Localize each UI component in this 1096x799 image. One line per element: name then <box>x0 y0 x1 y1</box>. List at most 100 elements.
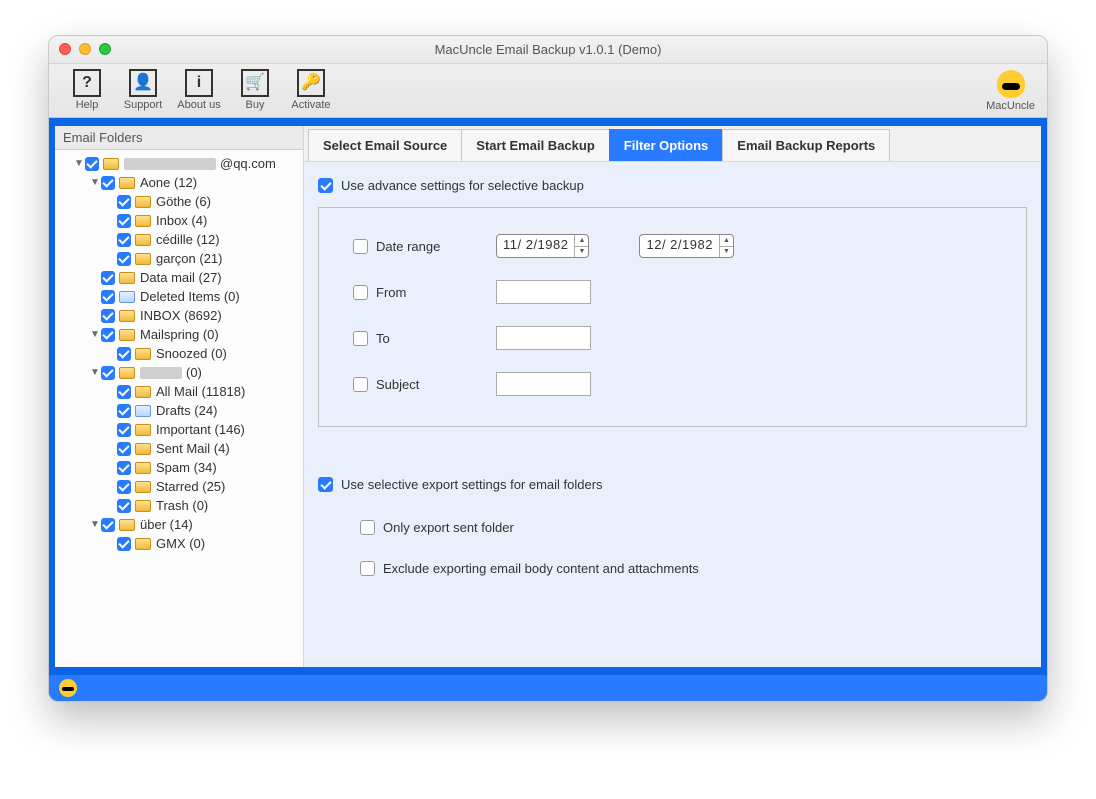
folder-icon <box>119 519 135 531</box>
tab-bar: Select Email SourceStart Email BackupFil… <box>304 126 1041 162</box>
folder-starred[interactable]: Starred (25) <box>55 477 303 496</box>
folder-checkbox[interactable] <box>117 423 131 437</box>
tab-email-backup-reports[interactable]: Email Backup Reports <box>722 129 890 161</box>
folder-checkbox[interactable] <box>117 252 131 266</box>
folder-checkbox[interactable] <box>117 461 131 475</box>
folder-checkbox[interactable] <box>117 537 131 551</box>
folder-icon <box>103 158 119 170</box>
selective-export-checkbox[interactable] <box>318 477 333 492</box>
titlebar: MacUncle Email Backup v1.0.1 (Demo) <box>49 36 1047 64</box>
folder-checkbox[interactable] <box>101 328 115 342</box>
toolbar-buy[interactable]: 🛒Buy <box>227 69 283 111</box>
folder-cedille[interactable]: cédille (12) <box>55 230 303 249</box>
folder-label: Important (146) <box>156 422 245 437</box>
exclude-body-row: Exclude exporting email body content and… <box>360 561 1027 576</box>
folder-mailspring[interactable]: ▼Mailspring (0) <box>55 325 303 344</box>
date-from-input[interactable]: 11/ 2/1982 ▲▼ <box>496 234 589 258</box>
disclosure-icon[interactable]: ▼ <box>89 329 101 340</box>
close-icon[interactable] <box>59 43 71 55</box>
folder-label: Snoozed (0) <box>156 346 227 361</box>
folder-uber[interactable]: ▼über (14) <box>55 515 303 534</box>
folder-checkbox[interactable] <box>117 442 131 456</box>
date-to-input[interactable]: 12/ 2/1982 ▲▼ <box>639 234 733 258</box>
from-input[interactable] <box>496 280 591 304</box>
subject-input[interactable] <box>496 372 591 396</box>
buy-icon: 🛒 <box>241 69 269 97</box>
folder-icon <box>135 462 151 474</box>
to-input[interactable] <box>496 326 591 350</box>
toolbar-activate[interactable]: 🔑Activate <box>283 69 339 111</box>
toolbar-label: About us <box>177 99 220 111</box>
only-sent-checkbox[interactable] <box>360 520 375 535</box>
folder-trash[interactable]: Trash (0) <box>55 496 303 515</box>
folder-inbox-sub[interactable]: Inbox (4) <box>55 211 303 230</box>
redacted-text <box>124 158 216 170</box>
folder-label: Aone (12) <box>140 175 197 190</box>
date-to-stepper[interactable]: ▲▼ <box>719 235 733 257</box>
to-checkbox[interactable] <box>353 331 368 346</box>
folder-icon <box>119 177 135 189</box>
folder-checkbox[interactable] <box>117 347 131 361</box>
sidebar: Email Folders ▼@qq.com▼Aone (12)Göthe (6… <box>55 126 304 667</box>
disclosure-icon[interactable]: ▼ <box>73 158 85 169</box>
folder-deleted[interactable]: Deleted Items (0) <box>55 287 303 306</box>
folder-gmx[interactable]: GMX (0) <box>55 534 303 553</box>
account-root[interactable]: ▼@qq.com <box>55 154 303 173</box>
toolbar-support[interactable]: 👤Support <box>115 69 171 111</box>
folder-checkbox[interactable] <box>101 309 115 323</box>
folder-checkbox[interactable] <box>117 480 131 494</box>
toolbar-help[interactable]: ?Help <box>59 69 115 111</box>
minimize-icon[interactable] <box>79 43 91 55</box>
folder-gothe[interactable]: Göthe (6) <box>55 192 303 211</box>
folder-spam[interactable]: Spam (34) <box>55 458 303 477</box>
folder-datamail[interactable]: Data mail (27) <box>55 268 303 287</box>
folder-checkbox[interactable] <box>101 366 115 380</box>
folder-checkbox[interactable] <box>117 233 131 247</box>
disclosure-icon[interactable]: ▼ <box>89 519 101 530</box>
folder-checkbox[interactable] <box>101 290 115 304</box>
folder-inbox[interactable]: INBOX (8692) <box>55 306 303 325</box>
disclosure-icon[interactable]: ▼ <box>89 177 101 188</box>
zoom-icon[interactable] <box>99 43 111 55</box>
folder-tree[interactable]: ▼@qq.com▼Aone (12)Göthe (6)Inbox (4)cédi… <box>55 150 303 667</box>
toolbar-about-us[interactable]: i About us <box>171 69 227 111</box>
selective-export-row: Use selective export settings for email … <box>318 477 1027 492</box>
folder-checkbox[interactable] <box>117 404 131 418</box>
from-checkbox[interactable] <box>353 285 368 300</box>
folder-important[interactable]: Important (146) <box>55 420 303 439</box>
folder-checkbox[interactable] <box>117 385 131 399</box>
advance-settings-checkbox[interactable] <box>318 178 333 193</box>
folder-allmail[interactable]: All Mail (11818) <box>55 382 303 401</box>
folder-checkbox[interactable] <box>117 214 131 228</box>
date-range-checkbox[interactable] <box>353 239 368 254</box>
window-controls <box>59 43 111 55</box>
folder-checkbox[interactable] <box>101 271 115 285</box>
folder-checkbox[interactable] <box>117 499 131 513</box>
folder-aone[interactable]: ▼ Aone (12) <box>55 173 303 192</box>
about-us-icon: i <box>185 69 213 97</box>
folder-drafts[interactable]: Drafts (24) <box>55 401 303 420</box>
folder-icon <box>135 500 151 512</box>
help-icon: ? <box>73 69 101 97</box>
folder-sentmail[interactable]: Sent Mail (4) <box>55 439 303 458</box>
folder-checkbox[interactable] <box>101 176 115 190</box>
tab-filter-options[interactable]: Filter Options <box>609 129 724 161</box>
folder-garcon[interactable]: garçon (21) <box>55 249 303 268</box>
folder-icon <box>119 329 135 341</box>
folder-checkbox[interactable] <box>117 195 131 209</box>
folder-masked2[interactable]: ▼(0) <box>55 363 303 382</box>
subject-checkbox[interactable] <box>353 377 368 392</box>
exclude-body-checkbox[interactable] <box>360 561 375 576</box>
folder-label: Göthe (6) <box>156 194 211 209</box>
folder-checkbox[interactable] <box>101 518 115 532</box>
folder-snoozed[interactable]: Snoozed (0) <box>55 344 303 363</box>
tab-start-email-backup[interactable]: Start Email Backup <box>461 129 610 161</box>
folder-icon <box>119 367 135 379</box>
folder-label: Inbox (4) <box>156 213 207 228</box>
app-window: MacUncle Email Backup v1.0.1 (Demo) ?Hel… <box>48 35 1048 702</box>
disclosure-icon[interactable]: ▼ <box>89 367 101 378</box>
date-from-stepper[interactable]: ▲▼ <box>574 235 588 257</box>
tab-select-email-source[interactable]: Select Email Source <box>308 129 462 161</box>
folder-icon <box>135 348 151 360</box>
folder-checkbox[interactable] <box>85 157 99 171</box>
